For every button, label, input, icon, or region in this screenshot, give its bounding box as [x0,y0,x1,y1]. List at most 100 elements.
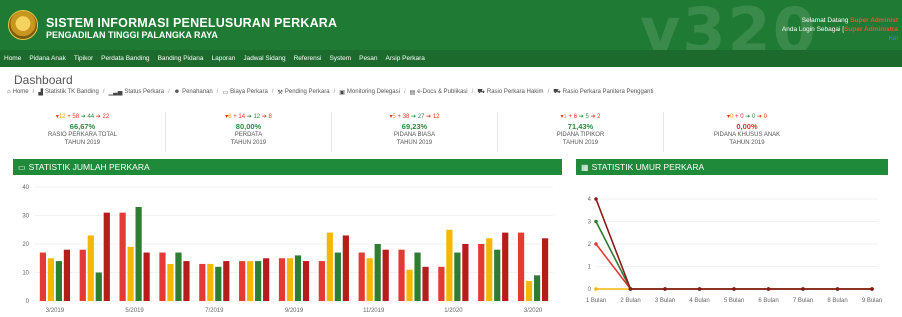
breadcrumb-item-penahanan[interactable]: ☻ Penahanan [174,89,213,95]
point-s4-8[interactable] [835,287,840,291]
y-tick-label: 30 [22,214,29,220]
arrow-right-icon: ➔ [246,114,252,120]
bar-1/2020-s4[interactable] [462,244,469,301]
bar-12/2019-s3[interactable] [414,252,421,301]
breadcrumb-item-statistik-tk-banding[interactable]: ▟ Statistik TK Banding [38,89,99,96]
point-s4-5[interactable] [732,287,736,291]
point-s4-2[interactable] [628,287,633,291]
bar-8/2019-s1[interactable] [239,261,246,301]
bar-8/2019-s2[interactable] [247,261,254,301]
bar-7/2019-s3[interactable] [215,266,222,301]
breadcrumb-separator: / [102,89,105,95]
bar-10/2019-s3[interactable] [334,252,341,301]
bar-11/2019-s1[interactable] [358,252,365,301]
bar-12/2019-s1[interactable] [398,249,405,301]
bar-10/2019-s4[interactable] [342,235,349,301]
bar-6/2019-s3[interactable] [175,252,182,301]
bar-9/2019-s4[interactable] [302,261,310,301]
breadcrumb-item-home[interactable]: ⌂ Home [7,89,29,95]
point-s4-4[interactable] [697,287,702,291]
bar-9/2019-s2[interactable] [286,258,294,301]
nav-item-pidana-anak[interactable]: Pidana Anak [25,55,70,62]
bar-2/2020-s1[interactable] [478,244,485,301]
bar-4/2019-s3[interactable] [95,272,102,302]
bar-1/2020-s1[interactable] [438,266,445,301]
bar-5/2019-s3[interactable] [135,206,142,301]
bar-3/2020-s4[interactable] [541,238,549,301]
nav-item-system[interactable]: System [325,55,355,62]
bar-3/2019-s1[interactable] [39,252,47,301]
bar-6/2019-s1[interactable] [159,252,166,301]
breadcrumb-item-biaya-perkara[interactable]: ▭ Biaya Perkara [222,89,267,96]
point-s4-6[interactable] [766,287,771,291]
bar-6/2019-s2[interactable] [167,263,174,301]
nav-item-arsip-perkara[interactable]: Arsip Perkara [382,55,429,62]
bar-chart-container: 0 10 20 30 40 3/2019 5/2019 7/2019 9/2019 11/2019… [13,181,562,317]
bar-7/2019-s4[interactable] [223,261,230,301]
bar-2/2020-s4[interactable] [502,232,509,301]
bar-4/2019-s1[interactable] [79,249,86,301]
bar-5/2019-s2[interactable] [127,246,134,301]
bar-11/2019-s4[interactable] [382,249,389,301]
stat-n2: 6 [573,114,578,120]
panel-jumlah-header: ▭ STATISTIK JUMLAH PERKARA [13,159,562,175]
bar-12/2019-s4[interactable] [422,266,429,301]
bar-3/2020-s1[interactable] [517,232,525,301]
breadcrumb-item-pending-perkara[interactable]: ⚒ Pending Perkara [277,89,329,96]
breadcrumb: ⌂ Home / ▟ Statistik TK Banding / ▁▃▅ Status Pe… [7,88,654,96]
stat-counts: ▾12 + 58 ➔ 44 ➔ 22 [0,113,165,122]
court-logo-icon[interactable] [8,10,38,40]
point-s4-7[interactable] [801,287,805,291]
breadcrumb-item-rasio-perkara-panitera-pengganti[interactable]: ⛟ Rasio Perkara Panitera Pengganti [553,88,653,96]
bar-8/2019-s3[interactable] [255,261,262,301]
bar-11/2019-s2[interactable] [366,258,373,301]
breadcrumb-label: Biaya Perkara [230,89,268,95]
bar-9/2019-s1[interactable] [278,258,286,301]
bar-2/2020-s3[interactable] [494,249,501,301]
nav-item-referensi[interactable]: Referensi [290,55,326,62]
bar-3/2020-s2[interactable] [525,281,533,301]
y-tick-label: 0 [588,287,592,293]
bar-4/2019-s2[interactable] [87,235,94,301]
bar-8/2019-s4[interactable] [263,258,270,301]
breadcrumb-item-status-perkara[interactable]: ▁▃▅ Status Perkara [109,89,165,96]
bar-6/2019-s4[interactable] [183,261,190,301]
main-nav: Home Pidana Anak Tipikor Perdata Banding Ban… [0,50,902,67]
nav-item-perdata-banding[interactable]: Perdata Banding [97,55,153,62]
bar-3/2019-s3[interactable] [55,261,63,301]
point-s2-1[interactable] [594,287,598,291]
bar-10/2019-s2[interactable] [326,232,333,301]
nav-item-banding-pidana[interactable]: Banding Pidana [154,55,208,62]
point-s4-9[interactable] [870,287,874,291]
point-s4-1[interactable] [594,197,598,201]
bar-11/2019-s3[interactable] [374,244,381,301]
point-s1-1[interactable] [594,242,598,246]
nav-item-home[interactable]: Home [0,55,25,62]
bar-12/2019-s2[interactable] [406,269,413,301]
bar-5/2019-s4[interactable] [143,252,150,301]
bar-1/2020-s2[interactable] [446,229,453,301]
logout-link[interactable]: Kel [889,35,898,42]
bar-10/2019-s1[interactable] [318,261,325,301]
breadcrumb-item-rasio-perkara-hakim[interactable]: ⛟ Rasio Perkara Hakim [477,88,543,96]
bar-3/2019-s4[interactable] [63,249,71,301]
window-icon: ▣ [339,89,345,96]
breadcrumb-item-monitoring-delegasi[interactable]: ▣ Monitoring Delegasi [339,89,400,96]
bar-5/2019-s1[interactable] [119,212,126,301]
breadcrumb-item-e-docs-publikasi[interactable]: ▤ e-Docs & Publikasi [410,89,468,96]
bar-4/2019-s4[interactable] [103,212,110,301]
bar-9/2019-s3[interactable] [294,255,302,301]
nav-item-tipikor[interactable]: Tipikor [70,55,97,62]
point-s4-3[interactable] [663,287,667,291]
nav-item-jadwal-sidang[interactable]: Jadwal Sidang [239,55,289,62]
bar-3/2020-s3[interactable] [533,275,541,301]
x-tick-label: 3 Bulan [655,298,675,304]
bar-7/2019-s2[interactable] [207,263,214,301]
nav-item-pesan[interactable]: Pesan [355,55,381,62]
nav-item-laporan[interactable]: Laporan [207,55,239,62]
bar-2/2020-s2[interactable] [486,238,493,301]
bar-3/2019-s2[interactable] [47,258,55,301]
point-s3-1[interactable] [594,219,598,224]
bar-1/2020-s3[interactable] [454,252,461,301]
bar-7/2019-s1[interactable] [199,263,206,301]
